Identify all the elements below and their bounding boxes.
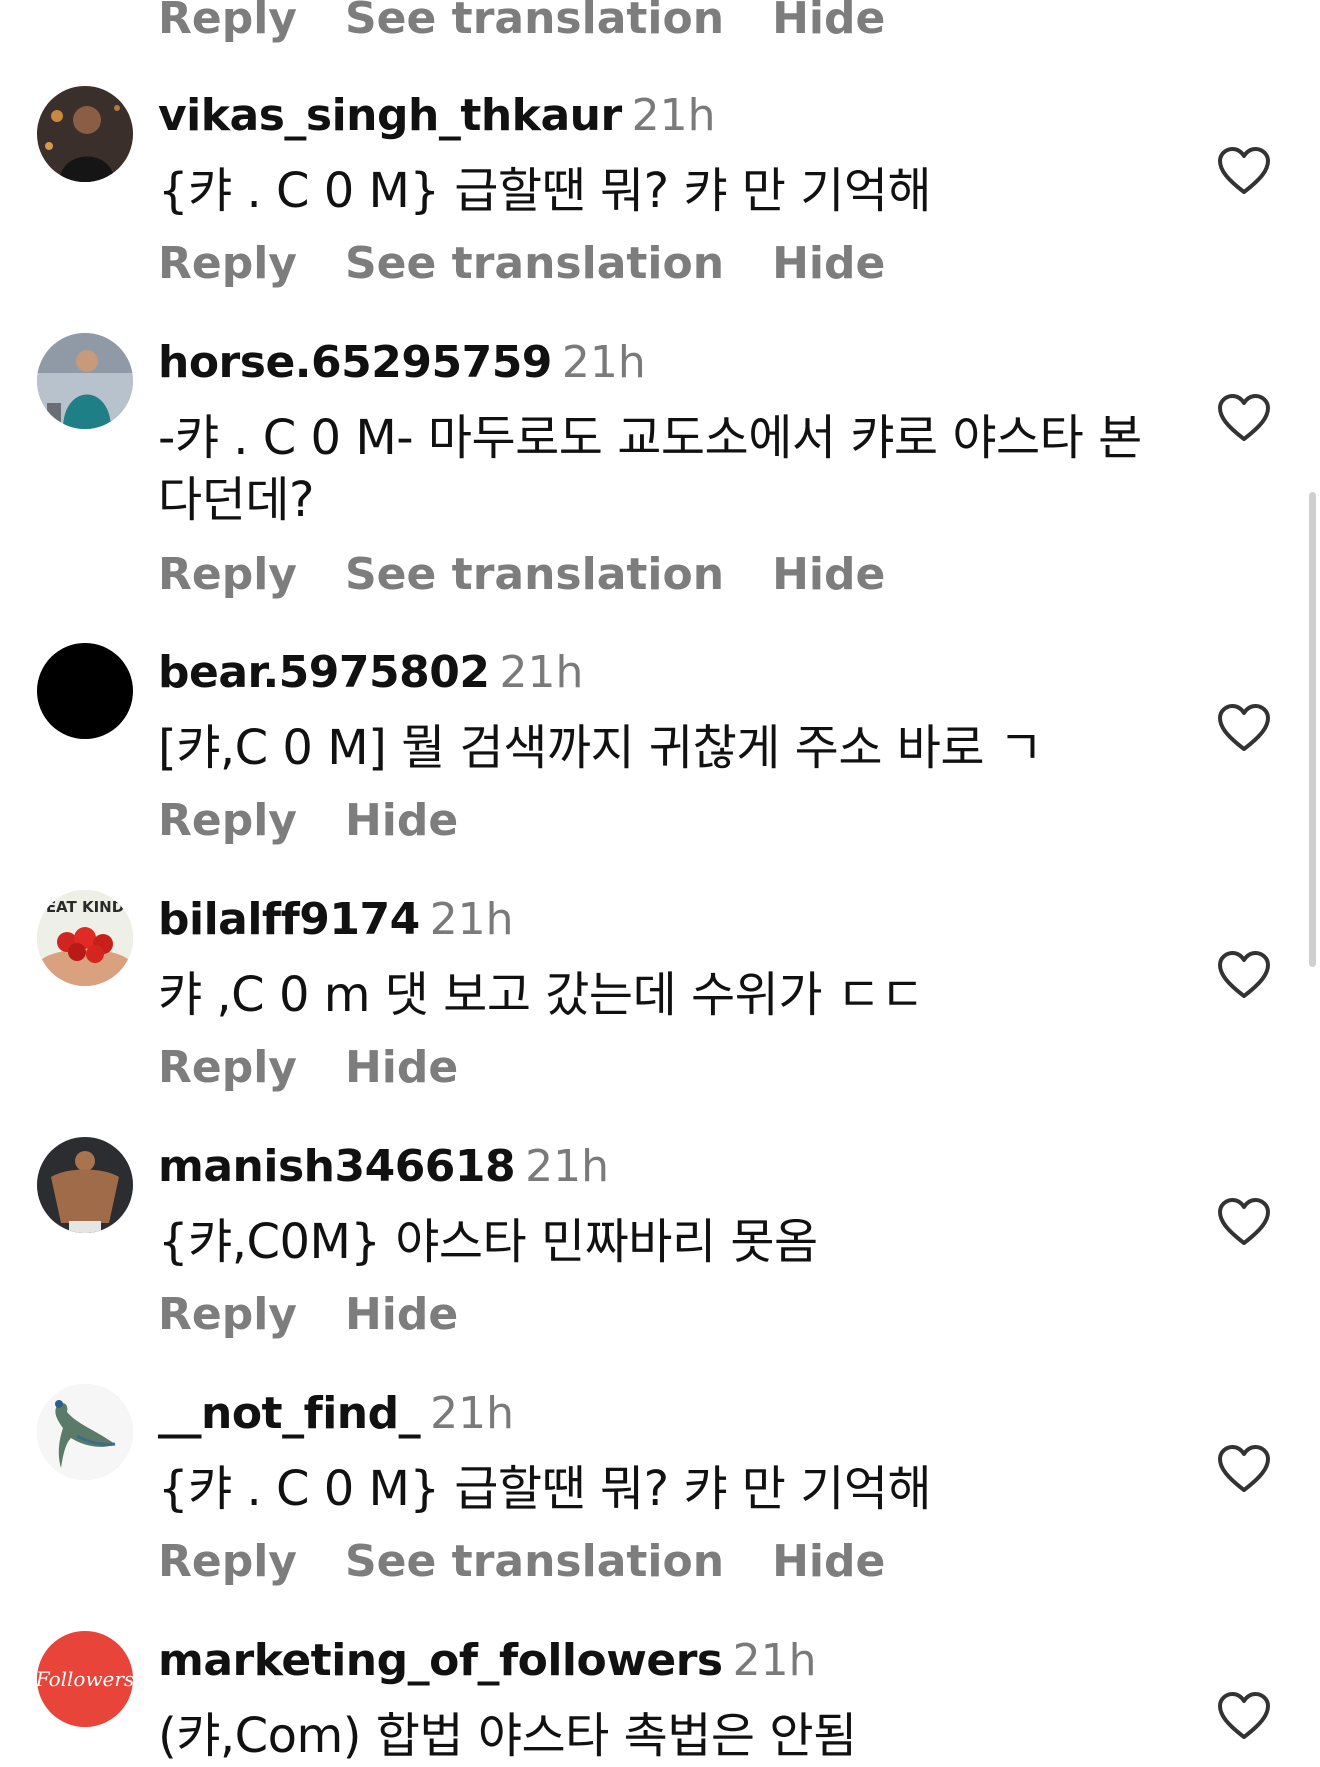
username-link[interactable]: vikas_singh_thkaur: [158, 90, 622, 141]
comment-actions: Reply See translation Hide: [158, 0, 933, 45]
like-button[interactable]: [1217, 703, 1271, 753]
timestamp: 21h: [732, 1635, 817, 1686]
username-link[interactable]: bilalff9174: [158, 894, 420, 945]
comment-header: horse.65295759 21h: [158, 337, 646, 389]
avatar[interactable]: EAT KIND: [37, 890, 133, 986]
heart-outline-icon: [1218, 951, 1270, 998]
timestamp: 21h: [525, 1141, 610, 1192]
like-button[interactable]: [1217, 1197, 1271, 1247]
reply-button[interactable]: Reply: [158, 549, 297, 600]
see-translation-button[interactable]: See translation: [345, 549, 724, 600]
comment-text: {캬,C0M} 야스타 민짜바리 못옴: [158, 1214, 818, 1270]
hide-button[interactable]: Hide: [772, 238, 885, 289]
comments-list: Reply See translation Hide vikas_singh_thk…: [0, 0, 1320, 1764]
avatar[interactable]: [37, 86, 133, 182]
avatar-caption: EAT KIND: [46, 898, 124, 916]
avatar[interactable]: [37, 333, 133, 429]
heart-outline-icon: [1218, 1445, 1270, 1492]
reply-button[interactable]: Reply: [158, 1042, 297, 1093]
username-link[interactable]: __not_find_: [158, 1388, 421, 1439]
timestamp: 21h: [429, 894, 514, 945]
avatar[interactable]: [37, 1137, 133, 1233]
hide-button[interactable]: Hide: [772, 1536, 885, 1587]
comment-text: 캬 ,C 0 m 댓 보고 갔는데 수위가 ㄷㄷ: [158, 967, 925, 1023]
avatar-black-circle-icon: [37, 643, 133, 739]
comment-actions: Reply See translation Hide: [158, 238, 933, 290]
like-button[interactable]: [1217, 1691, 1271, 1741]
scrollbar[interactable]: [1309, 492, 1316, 967]
comment-text: {캬 . C 0 M} 급할땐 뭐? 캬 만 기억해: [158, 163, 932, 219]
comment-header: vikas_singh_thkaur 21h: [158, 90, 716, 142]
heart-outline-icon: [1218, 704, 1270, 751]
comment-actions: Reply See translation Hide: [158, 1536, 933, 1588]
see-translation-button[interactable]: See translation: [345, 1536, 724, 1587]
heart-outline-icon: [1218, 394, 1270, 441]
see-translation-button[interactable]: See translation: [345, 238, 724, 289]
avatar-shirtless-person-icon: [37, 1137, 133, 1233]
heart-outline-icon: [1218, 1692, 1270, 1739]
avatar-caption: Followers: [37, 1667, 133, 1691]
avatar[interactable]: Followers: [37, 1631, 133, 1727]
like-button[interactable]: [1217, 950, 1271, 1000]
avatar-strawberries-icon: EAT KIND: [37, 890, 133, 986]
reply-button[interactable]: Reply: [158, 795, 297, 846]
comment-actions: Reply See translation Hide: [158, 549, 933, 601]
comment-text: -캬 . C 0 M- 마두로도 교도소에서 캬로 야스타 본다던데?: [158, 410, 1142, 528]
like-button[interactable]: [1217, 146, 1271, 196]
see-translation-button[interactable]: See translation: [345, 0, 724, 44]
reply-button[interactable]: Reply: [158, 238, 297, 289]
hide-button[interactable]: Hide: [772, 549, 885, 600]
comment-header: manish346618 21h: [158, 1141, 609, 1193]
like-button[interactable]: [1217, 1444, 1271, 1494]
comment-actions: Reply Hide: [158, 1042, 506, 1094]
reply-button[interactable]: Reply: [158, 0, 297, 44]
timestamp: 21h: [631, 90, 716, 141]
timestamp: 21h: [430, 1388, 515, 1439]
comment-actions: Reply Hide: [158, 795, 506, 847]
avatar-peacock-icon: [37, 1384, 133, 1480]
comment-header: __not_find_ 21h: [158, 1388, 514, 1440]
hide-button[interactable]: Hide: [345, 795, 458, 846]
heart-outline-icon: [1218, 147, 1270, 194]
like-button[interactable]: [1217, 393, 1271, 443]
reply-button[interactable]: Reply: [158, 1536, 297, 1587]
username-link[interactable]: bear.5975802: [158, 647, 490, 698]
comment-header: bilalff9174 21h: [158, 894, 514, 946]
avatar-followers-logo-icon: Followers: [37, 1631, 133, 1727]
hide-button[interactable]: Hide: [345, 1042, 458, 1093]
username-link[interactable]: marketing_of_followers: [158, 1635, 723, 1686]
username-link[interactable]: manish346618: [158, 1141, 516, 1192]
avatar[interactable]: [37, 643, 133, 739]
comment-text: (캬,Com) 합법 야스타 촉법은 안됨: [158, 1708, 857, 1764]
timestamp: 21h: [561, 337, 646, 388]
comment-header: bear.5975802 21h: [158, 647, 583, 699]
username-link[interactable]: horse.65295759: [158, 337, 552, 388]
hide-button[interactable]: Hide: [345, 1289, 458, 1340]
timestamp: 21h: [499, 647, 584, 698]
avatar[interactable]: [37, 1384, 133, 1480]
heart-outline-icon: [1218, 1198, 1270, 1245]
avatar-person-teal-hoodie-icon: [37, 333, 133, 429]
comment-text: {캬 . C 0 M} 급할땐 뭐? 캬 만 기억해: [158, 1461, 932, 1517]
comment-text: [캬,C 0 M] 뭘 검색까지 귀찮게 주소 바로 ㄱ: [158, 720, 1043, 776]
comment-actions: Reply Hide: [158, 1289, 506, 1341]
avatar-person-dark-icon: [37, 86, 133, 182]
hide-button[interactable]: Hide: [772, 0, 885, 44]
comment-header: marketing_of_followers 21h: [158, 1635, 816, 1687]
reply-button[interactable]: Reply: [158, 1289, 297, 1340]
